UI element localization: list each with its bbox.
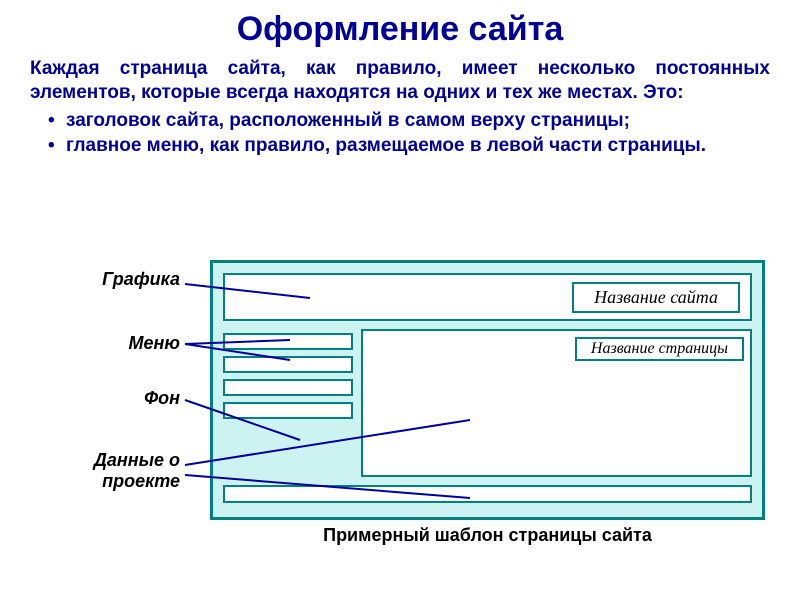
diagram-caption: Примерный шаблон страницы сайта (210, 525, 765, 546)
intro-paragraph: Каждая страница сайта, как правило, имее… (0, 49, 800, 109)
site-template-box: Название сайта Название страницы (210, 260, 765, 520)
template-header: Название сайта (223, 273, 752, 321)
label-graphics: Графика (30, 269, 180, 290)
bullet-item: главное меню, как правило, размещаемое в… (48, 134, 770, 158)
template-menu-column (223, 329, 353, 477)
label-menu: Меню (30, 333, 180, 354)
bullet-item: заголовок сайта, расположенный в самом в… (48, 109, 770, 133)
diagram: Графика Меню Фон Данные о проекте Назван… (0, 260, 800, 600)
template-menu-item (223, 402, 353, 419)
bullet-list: заголовок сайта, расположенный в самом в… (0, 109, 800, 159)
template-menu-item (223, 333, 353, 350)
label-project-data: Данные о проекте (30, 450, 180, 492)
template-menu-item (223, 379, 353, 396)
template-content-panel: Название страницы (361, 329, 752, 477)
label-background: Фон (30, 388, 180, 409)
site-title-box: Название сайта (572, 282, 740, 313)
page-title-box: Название страницы (575, 337, 744, 361)
template-footer (223, 485, 752, 503)
template-menu-item (223, 356, 353, 373)
page-title: Оформление сайта (0, 0, 800, 49)
